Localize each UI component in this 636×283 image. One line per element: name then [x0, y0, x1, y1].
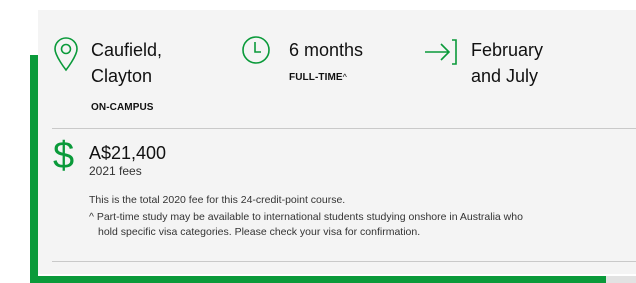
duration-mode: FULL-TIME^ — [289, 72, 347, 83]
location-pin-icon — [54, 37, 78, 72]
part-time-footnote-line-1: ^ Part-time study may be available to in… — [89, 211, 523, 223]
section-divider — [52, 128, 636, 129]
card-shadow-bottom — [606, 276, 636, 283]
duration-mode-label: FULL-TIME — [289, 72, 343, 83]
fee-note: This is the total 2020 fee for this 24-c… — [89, 194, 346, 206]
accent-bar-left — [30, 55, 38, 283]
intake-line-2: and July — [471, 66, 539, 86]
dollar-icon: $ — [53, 135, 75, 177]
accent-bar-bottom — [30, 276, 606, 283]
footnote-marker: ^ — [342, 72, 347, 82]
clock-icon — [242, 36, 270, 64]
course-summary-card: Caufield, Clayton ON-CAMPUS 6 months FUL… — [38, 10, 636, 274]
study-location-mode: ON-CAMPUS — [91, 102, 154, 113]
intake-line-1: February — [471, 40, 544, 60]
part-time-footnote-line-2: hold specific visa categories. Please ch… — [98, 226, 421, 238]
duration-value: 6 months — [289, 40, 364, 60]
entry-arrow-icon — [425, 39, 457, 65]
location-line-2: Clayton — [91, 66, 153, 86]
bottom-divider — [52, 261, 636, 262]
fee-year-label: 2021 fees — [89, 164, 142, 178]
fee-amount: A$21,400 — [89, 143, 167, 163]
location-line-1: Caufield, — [91, 40, 163, 60]
